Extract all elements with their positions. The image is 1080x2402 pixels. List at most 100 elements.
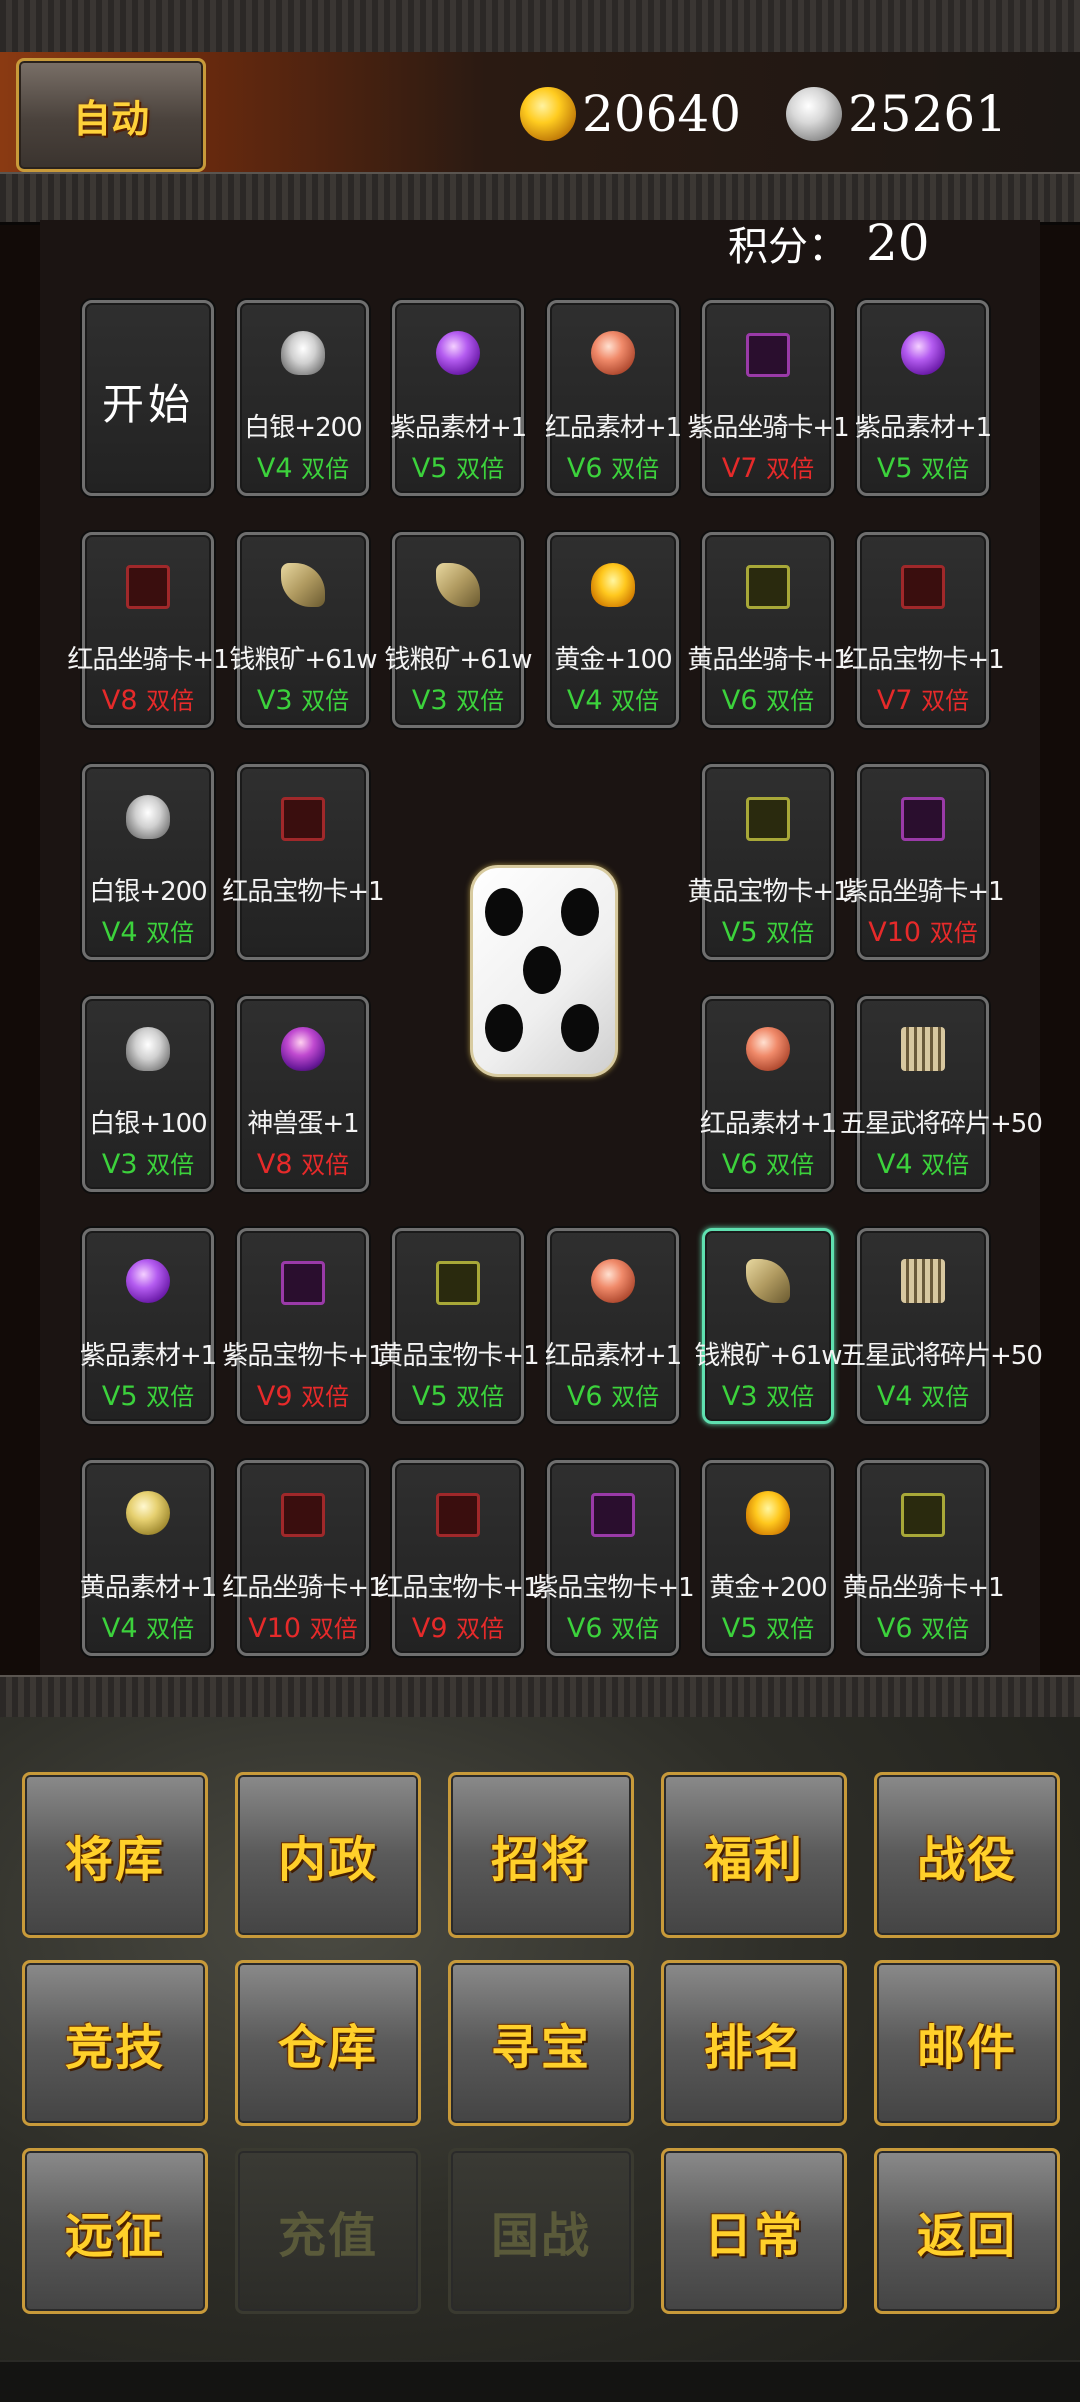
cell-reward-label: 黄品素材+1 <box>79 1573 217 1603</box>
board-cell[interactable]: 神兽蛋+1 V8 双倍 <box>237 996 369 1192</box>
menu-button[interactable]: 福利 <box>661 1772 847 1938</box>
board-cell[interactable]: 红品坐骑卡+1 V10 双倍 <box>222 1460 385 1656</box>
board-cell[interactable]: 钱粮矿+61w V3 双倍 <box>229 532 378 728</box>
yellow-card-icon <box>901 1493 945 1537</box>
double-suffix: 双倍 <box>301 687 350 715</box>
gold-counter: 20640 <box>520 78 741 150</box>
board-cell[interactable]: 白银+200 V4 双倍 <box>237 300 369 496</box>
vip-level: V4 <box>101 917 147 948</box>
double-suffix: 双倍 <box>456 455 505 483</box>
score-label: 积分： <box>728 224 848 270</box>
vip-level: V6 <box>566 1613 612 1644</box>
dice[interactable] <box>470 865 618 1077</box>
vip-level: V10 <box>248 1613 310 1644</box>
cell-bonus-label: V6 双倍 <box>860 1609 986 1644</box>
board-cell[interactable]: 五星武将碎片+50 V4 双倍 <box>840 996 1043 1192</box>
double-suffix: 双倍 <box>766 455 815 483</box>
double-suffix: 双倍 <box>929 919 978 947</box>
cell-bonus-label: V4 双倍 <box>550 681 676 716</box>
double-suffix: 双倍 <box>146 687 195 715</box>
board-cell[interactable]: 钱粮矿+61w V3 双倍 <box>694 1228 843 1424</box>
board-cell[interactable]: 红品宝物卡+1 V7 双倍 <box>842 532 1005 728</box>
menu-button[interactable]: 内政 <box>235 1772 421 1938</box>
board-cell[interactable]: 紫品宝物卡+1 V6 双倍 <box>532 1460 695 1656</box>
menu-button[interactable]: 战役 <box>874 1772 1060 1938</box>
menu-button[interactable]: 竞技 <box>22 1960 208 2126</box>
board-cell[interactable]: 黄品坐骑卡+1 V6 双倍 <box>842 1460 1005 1656</box>
cell-reward-label: 紫品坐骑卡+1 <box>687 413 849 443</box>
board-cell[interactable]: 紫品素材+1 V5 双倍 <box>855 300 992 496</box>
cell-reward-label: 白银+200 <box>244 413 362 443</box>
cell-reward-label: 钱粮矿+61w <box>384 645 532 675</box>
menu-button[interactable]: 将库 <box>22 1772 208 1938</box>
cell-bonus-label: V10 双倍 <box>860 913 986 948</box>
cell-bonus-label: V8 双倍 <box>85 681 211 716</box>
vip-level: V3 <box>256 685 302 716</box>
board-cell[interactable]: 五星武将碎片+50 V4 双倍 <box>840 1228 1043 1424</box>
board-cell[interactable]: 红品素材+1 V6 双倍 <box>700 996 837 1192</box>
vip-level: V5 <box>721 917 767 948</box>
board-cell[interactable]: 黄金+200 V5 双倍 <box>702 1460 834 1656</box>
menu-button[interactable]: 招将 <box>448 1772 634 1938</box>
board-cell[interactable]: 紫品宝物卡+1 V9 双倍 <box>222 1228 385 1424</box>
double-suffix: 双倍 <box>921 687 970 715</box>
menu-button[interactable]: 返回 <box>874 2148 1060 2314</box>
cell-reward-label: 红品宝物卡+1 <box>377 1573 539 1603</box>
cell-bonus-label: V6 双倍 <box>705 681 831 716</box>
cell-reward-label: 红品坐骑卡+1 <box>67 645 229 675</box>
vip-level: V4 <box>101 1613 147 1644</box>
board-cell[interactable]: 紫品素材+1 V5 双倍 <box>80 1228 217 1424</box>
menu-button[interactable]: 仓库 <box>235 1960 421 2126</box>
start-cell[interactable]: 开始 <box>82 300 214 496</box>
double-suffix: 双倍 <box>921 1615 970 1643</box>
cell-reward-label: 白银+100 <box>89 1109 207 1139</box>
menu-button[interactable]: 国战 <box>448 2148 634 2314</box>
double-suffix: 双倍 <box>146 1151 195 1179</box>
cell-bonus-label: V9 双倍 <box>240 1377 366 1412</box>
board-cell[interactable]: 白银+200 V4 双倍 <box>82 764 214 960</box>
board-cell[interactable]: 红品坐骑卡+1 V8 双倍 <box>67 532 230 728</box>
double-suffix: 双倍 <box>146 1615 195 1643</box>
board-cell[interactable]: 紫品素材+1 V5 双倍 <box>390 300 527 496</box>
menu-button[interactable]: 充值 <box>235 2148 421 2314</box>
vip-level: V6 <box>721 685 767 716</box>
vip-level: V10 <box>868 917 930 948</box>
menu-button[interactable]: 远征 <box>22 2148 208 2314</box>
gold-ingot-icon <box>746 1491 790 1535</box>
board-cell[interactable]: 黄品素材+1 V4 双倍 <box>80 1460 217 1656</box>
board-cell[interactable]: 红品宝物卡+1 <box>222 764 385 960</box>
board-cell[interactable]: 钱粮矿+61w V3 双倍 <box>384 532 533 728</box>
board-cell[interactable]: 黄品宝物卡+1 V5 双倍 <box>687 764 850 960</box>
general-fragment-icon <box>901 1027 945 1071</box>
grain-ore-icon <box>436 563 480 607</box>
menu-button[interactable]: 排名 <box>661 1960 847 2126</box>
board-cell[interactable]: 紫品坐骑卡+1 V7 双倍 <box>687 300 850 496</box>
board-cell[interactable]: 白银+100 V3 双倍 <box>82 996 214 1192</box>
yellow-card-icon <box>746 797 790 841</box>
board-cell[interactable]: 黄金+100 V4 双倍 <box>547 532 679 728</box>
board-cell[interactable]: 红品素材+1 V6 双倍 <box>545 1228 682 1424</box>
board-cell[interactable]: 紫品坐骑卡+1 V10 双倍 <box>842 764 1005 960</box>
cell-reward-label: 紫品宝物卡+1 <box>222 1341 384 1371</box>
board-cell[interactable]: 红品素材+1 V6 双倍 <box>545 300 682 496</box>
menu-button[interactable]: 邮件 <box>874 1960 1060 2126</box>
board-cell[interactable]: 黄品坐骑卡+1 V6 双倍 <box>687 532 850 728</box>
silver-ingot-icon <box>126 795 170 839</box>
cell-reward-label: 红品宝物卡+1 <box>222 877 384 907</box>
auto-button[interactable]: 自动 <box>16 58 206 172</box>
purple-card-icon <box>746 333 790 377</box>
cell-reward-label: 红品素材+1 <box>699 1109 837 1139</box>
cell-bonus-label: V4 双倍 <box>860 1145 986 1180</box>
vip-level: V3 <box>721 1381 767 1412</box>
board-cell[interactable]: 红品宝物卡+1 V9 双倍 <box>377 1460 540 1656</box>
menu-button[interactable]: 日常 <box>661 2148 847 2314</box>
cell-reward-label: 钱粮矿+61w <box>694 1341 842 1371</box>
board-cell[interactable]: 黄品宝物卡+1 V5 双倍 <box>377 1228 540 1424</box>
cell-bonus-label: V4 双倍 <box>85 913 211 948</box>
menu-button[interactable]: 寻宝 <box>448 1960 634 2126</box>
vip-level: V3 <box>101 1149 147 1180</box>
gold-ingot-icon <box>520 87 576 141</box>
silver-ingot-icon <box>126 1027 170 1071</box>
vip-level: V5 <box>411 1381 457 1412</box>
cell-bonus-label: V5 双倍 <box>395 1377 521 1412</box>
